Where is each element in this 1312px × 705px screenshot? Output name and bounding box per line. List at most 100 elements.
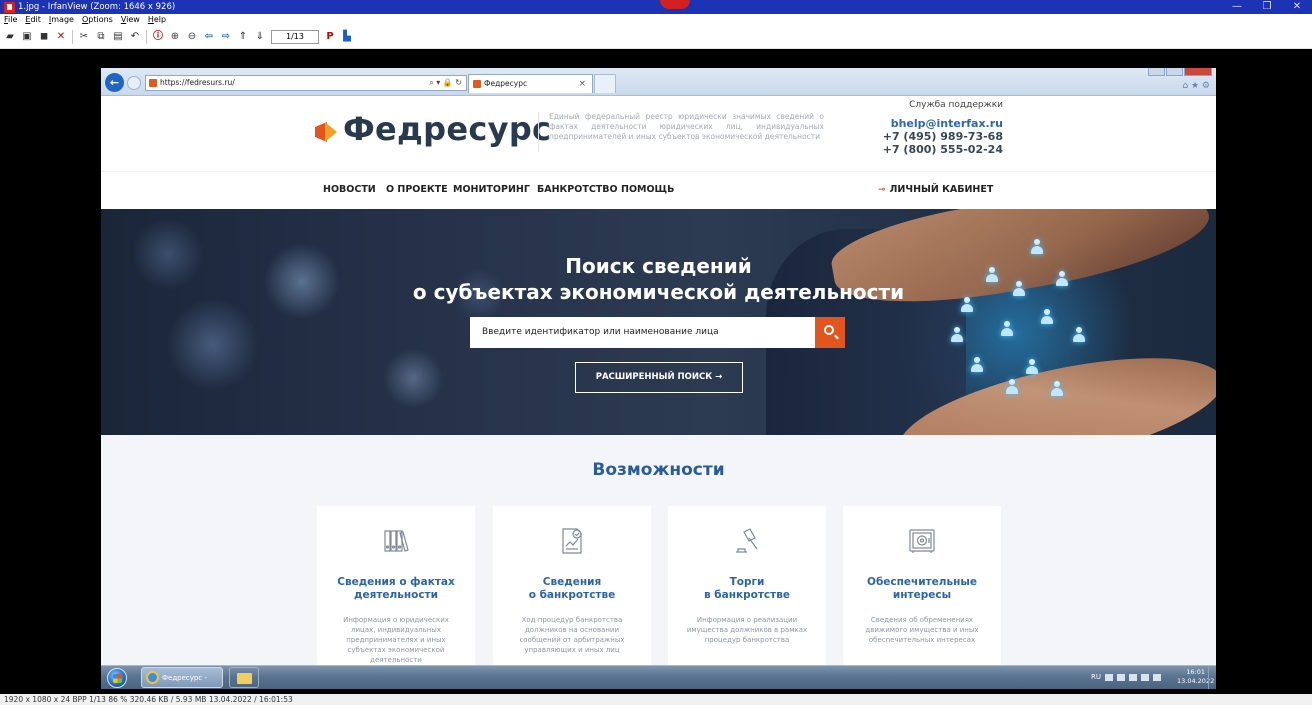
- taskbar-ie-window[interactable]: Федресурс - Inter...: [141, 667, 223, 688]
- support-email[interactable]: bhelp@interfax.ru: [861, 117, 1003, 130]
- fedresurs-logo-icon[interactable]: [315, 118, 337, 144]
- support-block: Служба поддержки bhelp@interfax.ru +7 (4…: [861, 100, 1003, 156]
- tab-close-icon[interactable]: ×: [578, 75, 586, 93]
- nav-news[interactable]: НОВОСТИ: [323, 184, 376, 195]
- cut-icon[interactable]: ✂: [78, 31, 90, 43]
- browser-icons[interactable]: ⌂ ★ ⚙: [1182, 81, 1210, 91]
- address-bar[interactable]: https://fedresurs.ru/ ⌕ ▾ 🔒 ↻: [145, 75, 467, 91]
- tab-fedresurs[interactable]: Федресурс ×: [468, 74, 593, 93]
- support-phone-2[interactable]: +7 (800) 555-02-24: [861, 143, 1003, 156]
- menu-options[interactable]: Options: [82, 14, 113, 26]
- paint-icon[interactable]: P: [324, 31, 336, 43]
- zoom-in-icon[interactable]: ⊕: [169, 31, 181, 43]
- nav-bankruptcy[interactable]: БАНКРОТСТВО: [537, 184, 618, 195]
- menu-help[interactable]: Help: [148, 14, 166, 26]
- card-bankruptcy-info[interactable]: Сведения о банкротстве Ход процедур банк…: [493, 506, 651, 666]
- zoom-out-icon[interactable]: ⊖: [186, 31, 198, 43]
- previous-icon[interactable]: ⇦: [203, 31, 215, 43]
- browser-minimize-button[interactable]: [1148, 68, 1165, 76]
- windows-taskbar: Федресурс - Inter... RU 16:01 13.04.2022: [101, 665, 1216, 689]
- keyboard-icon[interactable]: [1105, 673, 1113, 681]
- settings-icon[interactable]: ▙: [341, 31, 353, 43]
- address-controls[interactable]: ⌕ ▾ 🔒 ↻: [429, 76, 462, 90]
- advanced-search-button[interactable]: РАСШИРЕННЫЙ ПОИСК →: [575, 362, 743, 393]
- forward-button[interactable]: [127, 76, 141, 90]
- site-favicon: [149, 79, 157, 87]
- key-icon: ⊸: [878, 185, 886, 195]
- viewer-title: 1.jpg - IrfanView (Zoom: 1646 x 926): [18, 2, 176, 12]
- hero-title: Поиск сведений о субъектах экономической…: [101, 253, 1216, 305]
- language-indicator[interactable]: RU: [1091, 673, 1101, 681]
- paste-icon[interactable]: ▤: [112, 31, 124, 43]
- search-input[interactable]: Введите идентификатор или наименование л…: [470, 317, 820, 348]
- menu-image[interactable]: Image: [49, 14, 74, 26]
- nav-personal-cabinet[interactable]: ⊸ ЛИЧНЫЙ КАБИНЕТ: [878, 184, 993, 195]
- viewer-title-bar: 1.jpg - IrfanView (Zoom: 1646 x 926) — ❐…: [0, 0, 1312, 14]
- cabinet-label: ЛИЧНЫЙ КАБИНЕТ: [889, 184, 994, 195]
- nav-monitoring[interactable]: МОНИТОРИНГ: [453, 184, 530, 195]
- open-folder-icon[interactable]: ▰: [4, 31, 16, 43]
- save-icon[interactable]: ◼: [38, 31, 50, 43]
- browser-toolbar: ← https://fedresurs.ru/ ⌕ ▾ 🔒 ↻ Федресур…: [101, 68, 1216, 96]
- toolbar-separator: [146, 30, 147, 44]
- site-header: Федресурс Единый федеральный реестр юрид…: [101, 96, 1216, 171]
- taskbar-explorer[interactable]: [229, 667, 259, 688]
- opportunities-title: Возможности: [592, 460, 725, 480]
- delete-icon[interactable]: ✕: [55, 31, 67, 43]
- browser-restore-button[interactable]: [1166, 68, 1183, 76]
- volume-icon[interactable]: [1153, 673, 1161, 681]
- card-description: Информация о юридических лицах, индивиду…: [343, 616, 449, 664]
- menu-edit[interactable]: Edit: [25, 14, 41, 26]
- menu-view[interactable]: View: [121, 14, 140, 26]
- card-title-line: о банкротстве: [528, 589, 616, 601]
- support-phone-1[interactable]: +7 (495) 989-73-68: [861, 130, 1003, 143]
- minimize-button[interactable]: —: [1222, 0, 1252, 14]
- card-title: Сведения о фактах деятельности: [317, 576, 475, 602]
- card-security-interests[interactable]: Обеспечительные интересы Сведения об обр…: [843, 506, 1001, 666]
- restore-button[interactable]: ❐: [1252, 0, 1282, 14]
- document-chart-icon: [562, 528, 582, 554]
- monitor-icon[interactable]: [1141, 673, 1149, 681]
- slideshow-icon[interactable]: ▣: [21, 31, 33, 43]
- new-tab-button[interactable]: [594, 74, 616, 93]
- search-button[interactable]: [815, 317, 845, 348]
- person-icon: [1041, 309, 1053, 325]
- page-indicator[interactable]: 1/13: [271, 30, 319, 44]
- nav-about[interactable]: О ПРОЕКТЕ: [386, 184, 448, 195]
- person-icon: [971, 357, 983, 373]
- gavel-icon: [736, 528, 758, 553]
- start-button[interactable]: [107, 668, 127, 688]
- person-icon: [1006, 379, 1018, 395]
- card-bankruptcy-auctions[interactable]: Торги в банкротстве Информация о реализа…: [668, 506, 826, 666]
- screenshot-image: ← https://fedresurs.ru/ ⌕ ▾ 🔒 ↻ Федресур…: [101, 68, 1216, 689]
- toolbar-separator: [72, 30, 73, 44]
- card-activity-facts[interactable]: Сведения о фактах деятельности Информаци…: [317, 506, 475, 666]
- nav-help[interactable]: ПОМОЩЬ: [621, 184, 674, 195]
- search-icon: [824, 325, 834, 335]
- card-title-line: Сведения: [542, 576, 602, 588]
- info-icon[interactable]: ⓘ: [152, 31, 164, 43]
- hero-banner: Поиск сведений о субъектах экономической…: [101, 209, 1216, 435]
- copy-icon[interactable]: ⧉: [95, 31, 107, 43]
- viewer-menu-bar: File Edit Image Options View Help: [0, 14, 1312, 26]
- back-button[interactable]: ←: [105, 73, 124, 92]
- card-title-line: Обеспечительные: [867, 576, 977, 588]
- menu-file[interactable]: File: [4, 14, 17, 26]
- network-icon[interactable]: [1129, 673, 1137, 681]
- flag-icon[interactable]: [1117, 673, 1125, 681]
- irfanview-window: 1.jpg - IrfanView (Zoom: 1646 x 926) — ❐…: [0, 0, 1312, 705]
- first-page-icon[interactable]: ⇑: [237, 31, 249, 43]
- next-icon[interactable]: ⇨: [220, 31, 232, 43]
- irfanview-icon: [4, 1, 15, 13]
- show-desktop-button[interactable]: [1208, 666, 1216, 689]
- person-icon: [1026, 359, 1038, 375]
- undo-icon[interactable]: ↶: [129, 31, 141, 43]
- site-logo[interactable]: Федресурс: [343, 110, 551, 148]
- card-title: Обеспечительные интересы: [843, 576, 1001, 602]
- close-button[interactable]: ✕: [1282, 0, 1312, 14]
- person-icon: [1001, 321, 1013, 337]
- last-page-icon[interactable]: ⇓: [254, 31, 266, 43]
- browser-close-button[interactable]: [1184, 68, 1212, 76]
- system-tray: RU: [1091, 673, 1161, 681]
- site-description: Единый федеральный реестр юридически зна…: [549, 112, 824, 141]
